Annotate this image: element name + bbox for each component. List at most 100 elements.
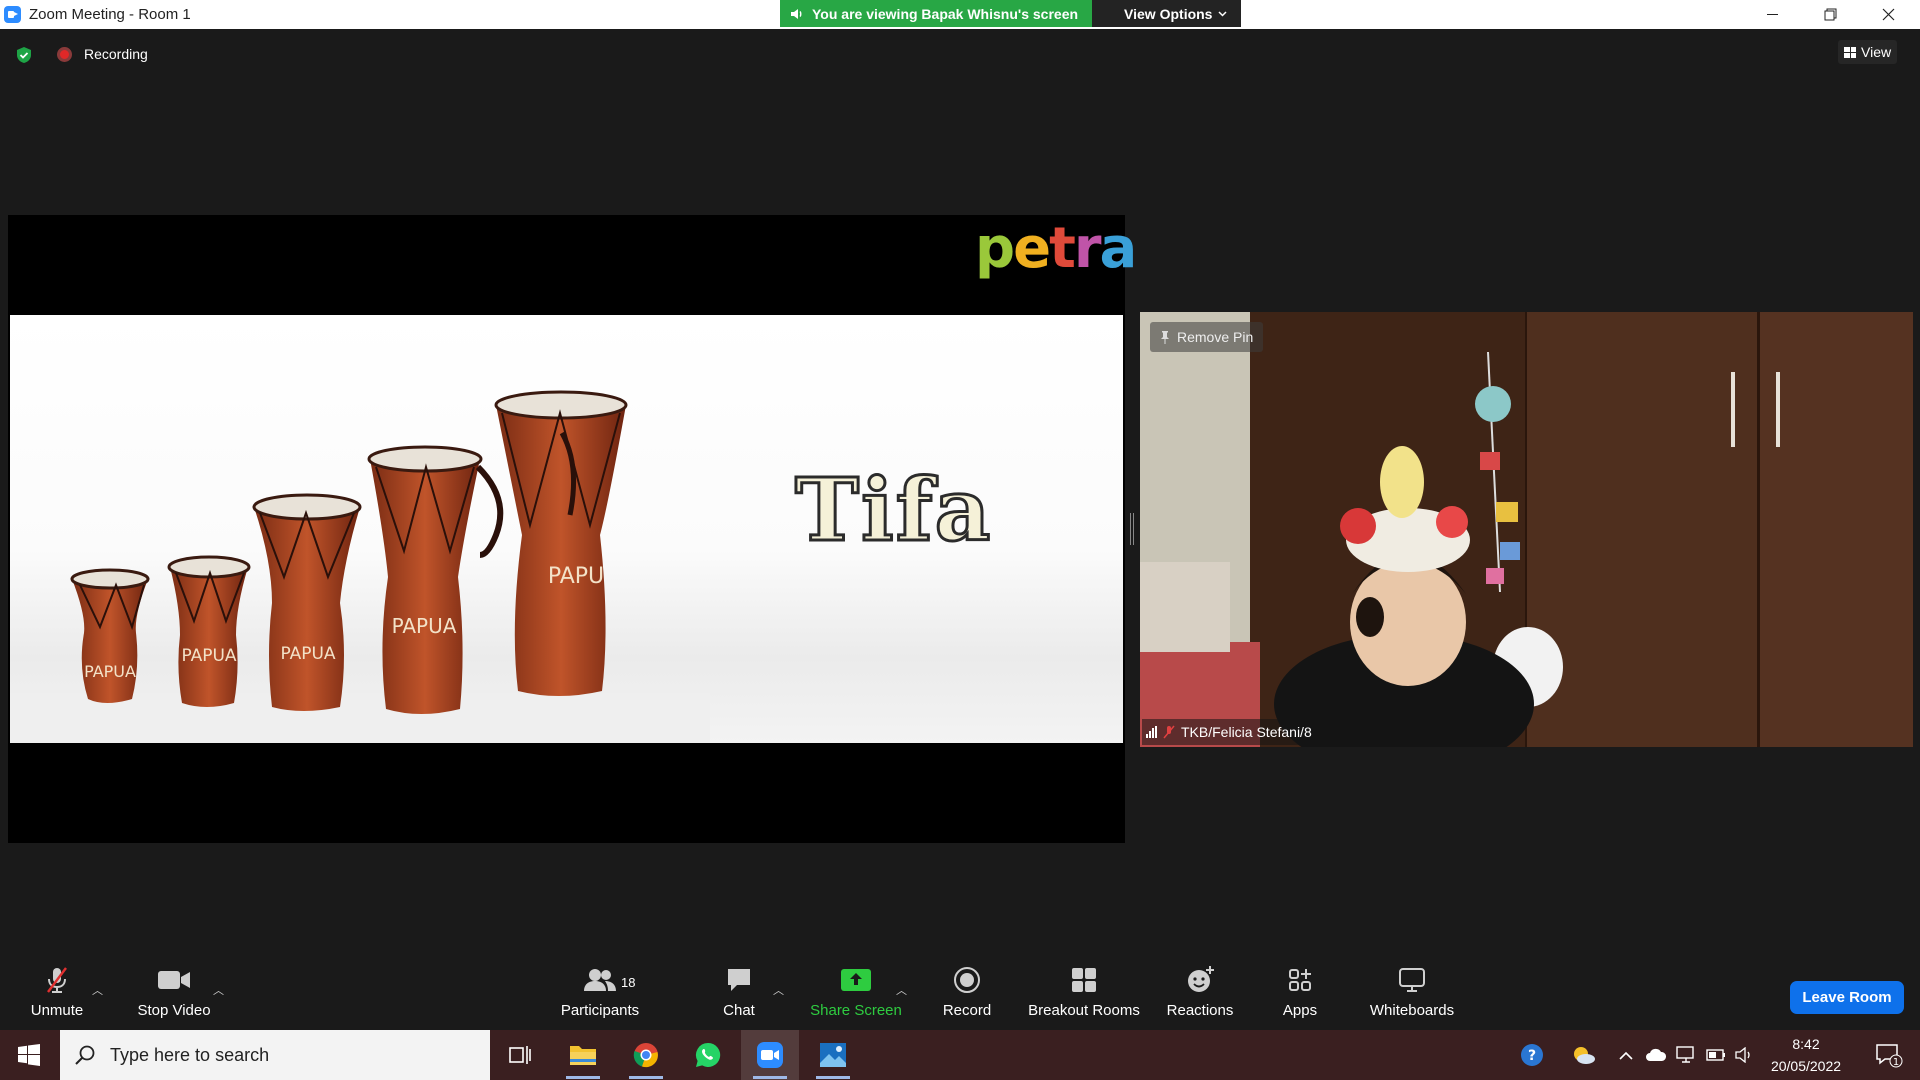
restore-icon <box>1824 8 1836 21</box>
close-icon <box>1882 8 1894 21</box>
minimize-button[interactable] <box>1743 0 1801 29</box>
encryption-shield-icon[interactable] <box>16 46 32 64</box>
drum-label: PAPUA <box>280 644 335 664</box>
weather-tray-button[interactable] <box>1566 1030 1600 1080</box>
weather-sun-cloud-icon <box>1574 1047 1595 1064</box>
muted-mic-icon <box>1163 725 1175 739</box>
zoom-window: Zoom Meeting - Room 1 You are viewing Ba… <box>0 0 1920 1080</box>
taskbar-search-box[interactable]: Type here to search <box>60 1030 490 1080</box>
start-button[interactable] <box>0 1030 58 1080</box>
slide-title: Tifa <box>793 459 993 563</box>
reactions-button[interactable]: Reactions <box>1160 960 1240 1030</box>
video-camera-icon <box>158 971 190 989</box>
help-tray-button[interactable]: ? <box>1515 1030 1549 1080</box>
logo-letter: e <box>1013 216 1051 281</box>
unmute-label: Unmute <box>30 1002 84 1019</box>
whiteboards-label: Whiteboards <box>1369 1002 1455 1019</box>
participants-icon <box>584 969 616 991</box>
photos-taskbar-app[interactable] <box>804 1030 862 1080</box>
help-question-icon: ? <box>1521 1044 1543 1066</box>
view-options-button[interactable]: View Options <box>1092 0 1242 27</box>
view-label: View <box>1861 44 1892 60</box>
record-button[interactable]: Record <box>936 960 998 1030</box>
drum-label: PAPUA <box>181 646 236 666</box>
audio-options-caret-icon[interactable]: ︿ <box>92 982 103 998</box>
remove-pin-button[interactable]: Remove Pin <box>1150 322 1264 352</box>
chrome-icon <box>633 1043 658 1068</box>
zoom-app-icon <box>4 6 21 23</box>
record-icon <box>954 967 980 993</box>
show-hidden-icons-button[interactable] <box>1614 1030 1638 1080</box>
clock-time: 8:42 <box>1792 1036 1820 1052</box>
recording-indicator-icon <box>57 47 72 62</box>
stop-video-label: Stop Video <box>137 1002 211 1019</box>
minimize-icon <box>1766 14 1778 15</box>
participant-video-tile[interactable]: Remove Pin TKB/Felicia Stefani/8 <box>1140 312 1913 747</box>
battery-tray-icon[interactable] <box>1702 1030 1730 1080</box>
whiteboards-button[interactable]: Whiteboards <box>1360 960 1464 1030</box>
speaker-volume-icon <box>1735 1047 1750 1063</box>
breakout-rooms-icon <box>1072 968 1096 992</box>
stop-video-button[interactable]: Stop Video <box>128 960 220 1030</box>
view-button[interactable]: View <box>1838 40 1898 64</box>
task-view-button[interactable] <box>491 1030 549 1080</box>
restore-button[interactable] <box>1801 0 1859 29</box>
breakout-rooms-button[interactable]: Breakout Rooms <box>1024 960 1144 1030</box>
screen-share-banner: You are viewing Bapak Whisnu's screen Vi… <box>780 0 1242 27</box>
clock-date: 20/05/2022 <box>1770 1058 1842 1074</box>
chrome-taskbar-app[interactable] <box>617 1030 675 1080</box>
speaker-icon <box>791 8 802 19</box>
chat-button[interactable]: Chat <box>710 960 768 1030</box>
notification-center-button[interactable]: 1 <box>1866 1030 1912 1080</box>
network-monitor-icon <box>1676 1046 1694 1063</box>
share-options-caret-icon[interactable]: ︿ <box>896 982 907 998</box>
reactions-smiley-icon <box>1188 966 1214 992</box>
participants-button[interactable]: Participants <box>556 960 644 1030</box>
split-resize-handle[interactable] <box>1130 513 1134 545</box>
close-button[interactable] <box>1859 0 1917 29</box>
apps-button[interactable]: Apps <box>1270 960 1330 1030</box>
breakout-rooms-label: Breakout Rooms <box>1028 1002 1140 1019</box>
onedrive-tray-icon[interactable] <box>1642 1030 1670 1080</box>
notification-icon: 1 <box>1876 1044 1903 1068</box>
remove-pin-label: Remove Pin <box>1177 329 1254 345</box>
viewing-screen-text: You are viewing Bapak Whisnu's screen <box>812 5 1079 22</box>
volume-tray-icon[interactable] <box>1730 1030 1758 1080</box>
window-title: Zoom Meeting - Room 1 <box>29 6 191 23</box>
chevron-down-icon <box>1218 10 1228 17</box>
zoom-icon <box>757 1042 783 1068</box>
drum-label: PAPUA <box>84 662 136 681</box>
gallery-grid-icon <box>1844 46 1856 58</box>
leave-room-button[interactable]: Leave Room <box>1790 981 1904 1014</box>
windows-logo-icon <box>18 1044 40 1066</box>
notification-count: 1 <box>1893 1057 1899 1068</box>
whatsapp-icon <box>695 1042 721 1067</box>
svg-text:?: ? <box>1528 1048 1536 1064</box>
logo-letter: p <box>975 216 1015 281</box>
participant-name-tag: TKB/Felicia Stefani/8 <box>1142 719 1320 745</box>
logo-letter: a <box>1099 216 1137 281</box>
share-screen-label: Share Screen <box>810 1002 902 1019</box>
battery-icon <box>1706 1049 1725 1061</box>
cloud-icon <box>1646 1048 1667 1061</box>
share-screen-button[interactable]: Share Screen <box>806 960 906 1030</box>
drum-label: PAPU <box>548 564 604 589</box>
video-options-caret-icon[interactable]: ︿ <box>213 982 224 998</box>
chat-bubble-icon <box>728 969 750 991</box>
unmute-button[interactable]: Unmute <box>18 960 96 1030</box>
zoom-taskbar-app[interactable] <box>741 1030 799 1080</box>
chat-options-caret-icon[interactable]: ︿ <box>773 982 784 998</box>
chevron-up-icon <box>1619 1051 1633 1060</box>
network-tray-icon[interactable] <box>1672 1030 1700 1080</box>
logo-letter: t <box>1049 216 1076 281</box>
whatsapp-taskbar-app[interactable] <box>679 1030 737 1080</box>
whiteboard-icon <box>1399 968 1425 992</box>
participant-name: TKB/Felicia Stefani/8 <box>1181 724 1312 740</box>
view-options-label: View Options <box>1124 5 1213 22</box>
muted-microphone-icon <box>47 967 67 993</box>
file-explorer-taskbar-app[interactable] <box>554 1030 612 1080</box>
taskbar-clock[interactable]: 8:42 20/05/2022 <box>1758 1030 1854 1080</box>
windows-taskbar: Type here to search ? 8:42 20/05/2022 1 <box>0 1030 1920 1080</box>
task-view-icon <box>509 1046 531 1064</box>
viewing-screen-notice: You are viewing Bapak Whisnu's screen <box>780 0 1093 27</box>
